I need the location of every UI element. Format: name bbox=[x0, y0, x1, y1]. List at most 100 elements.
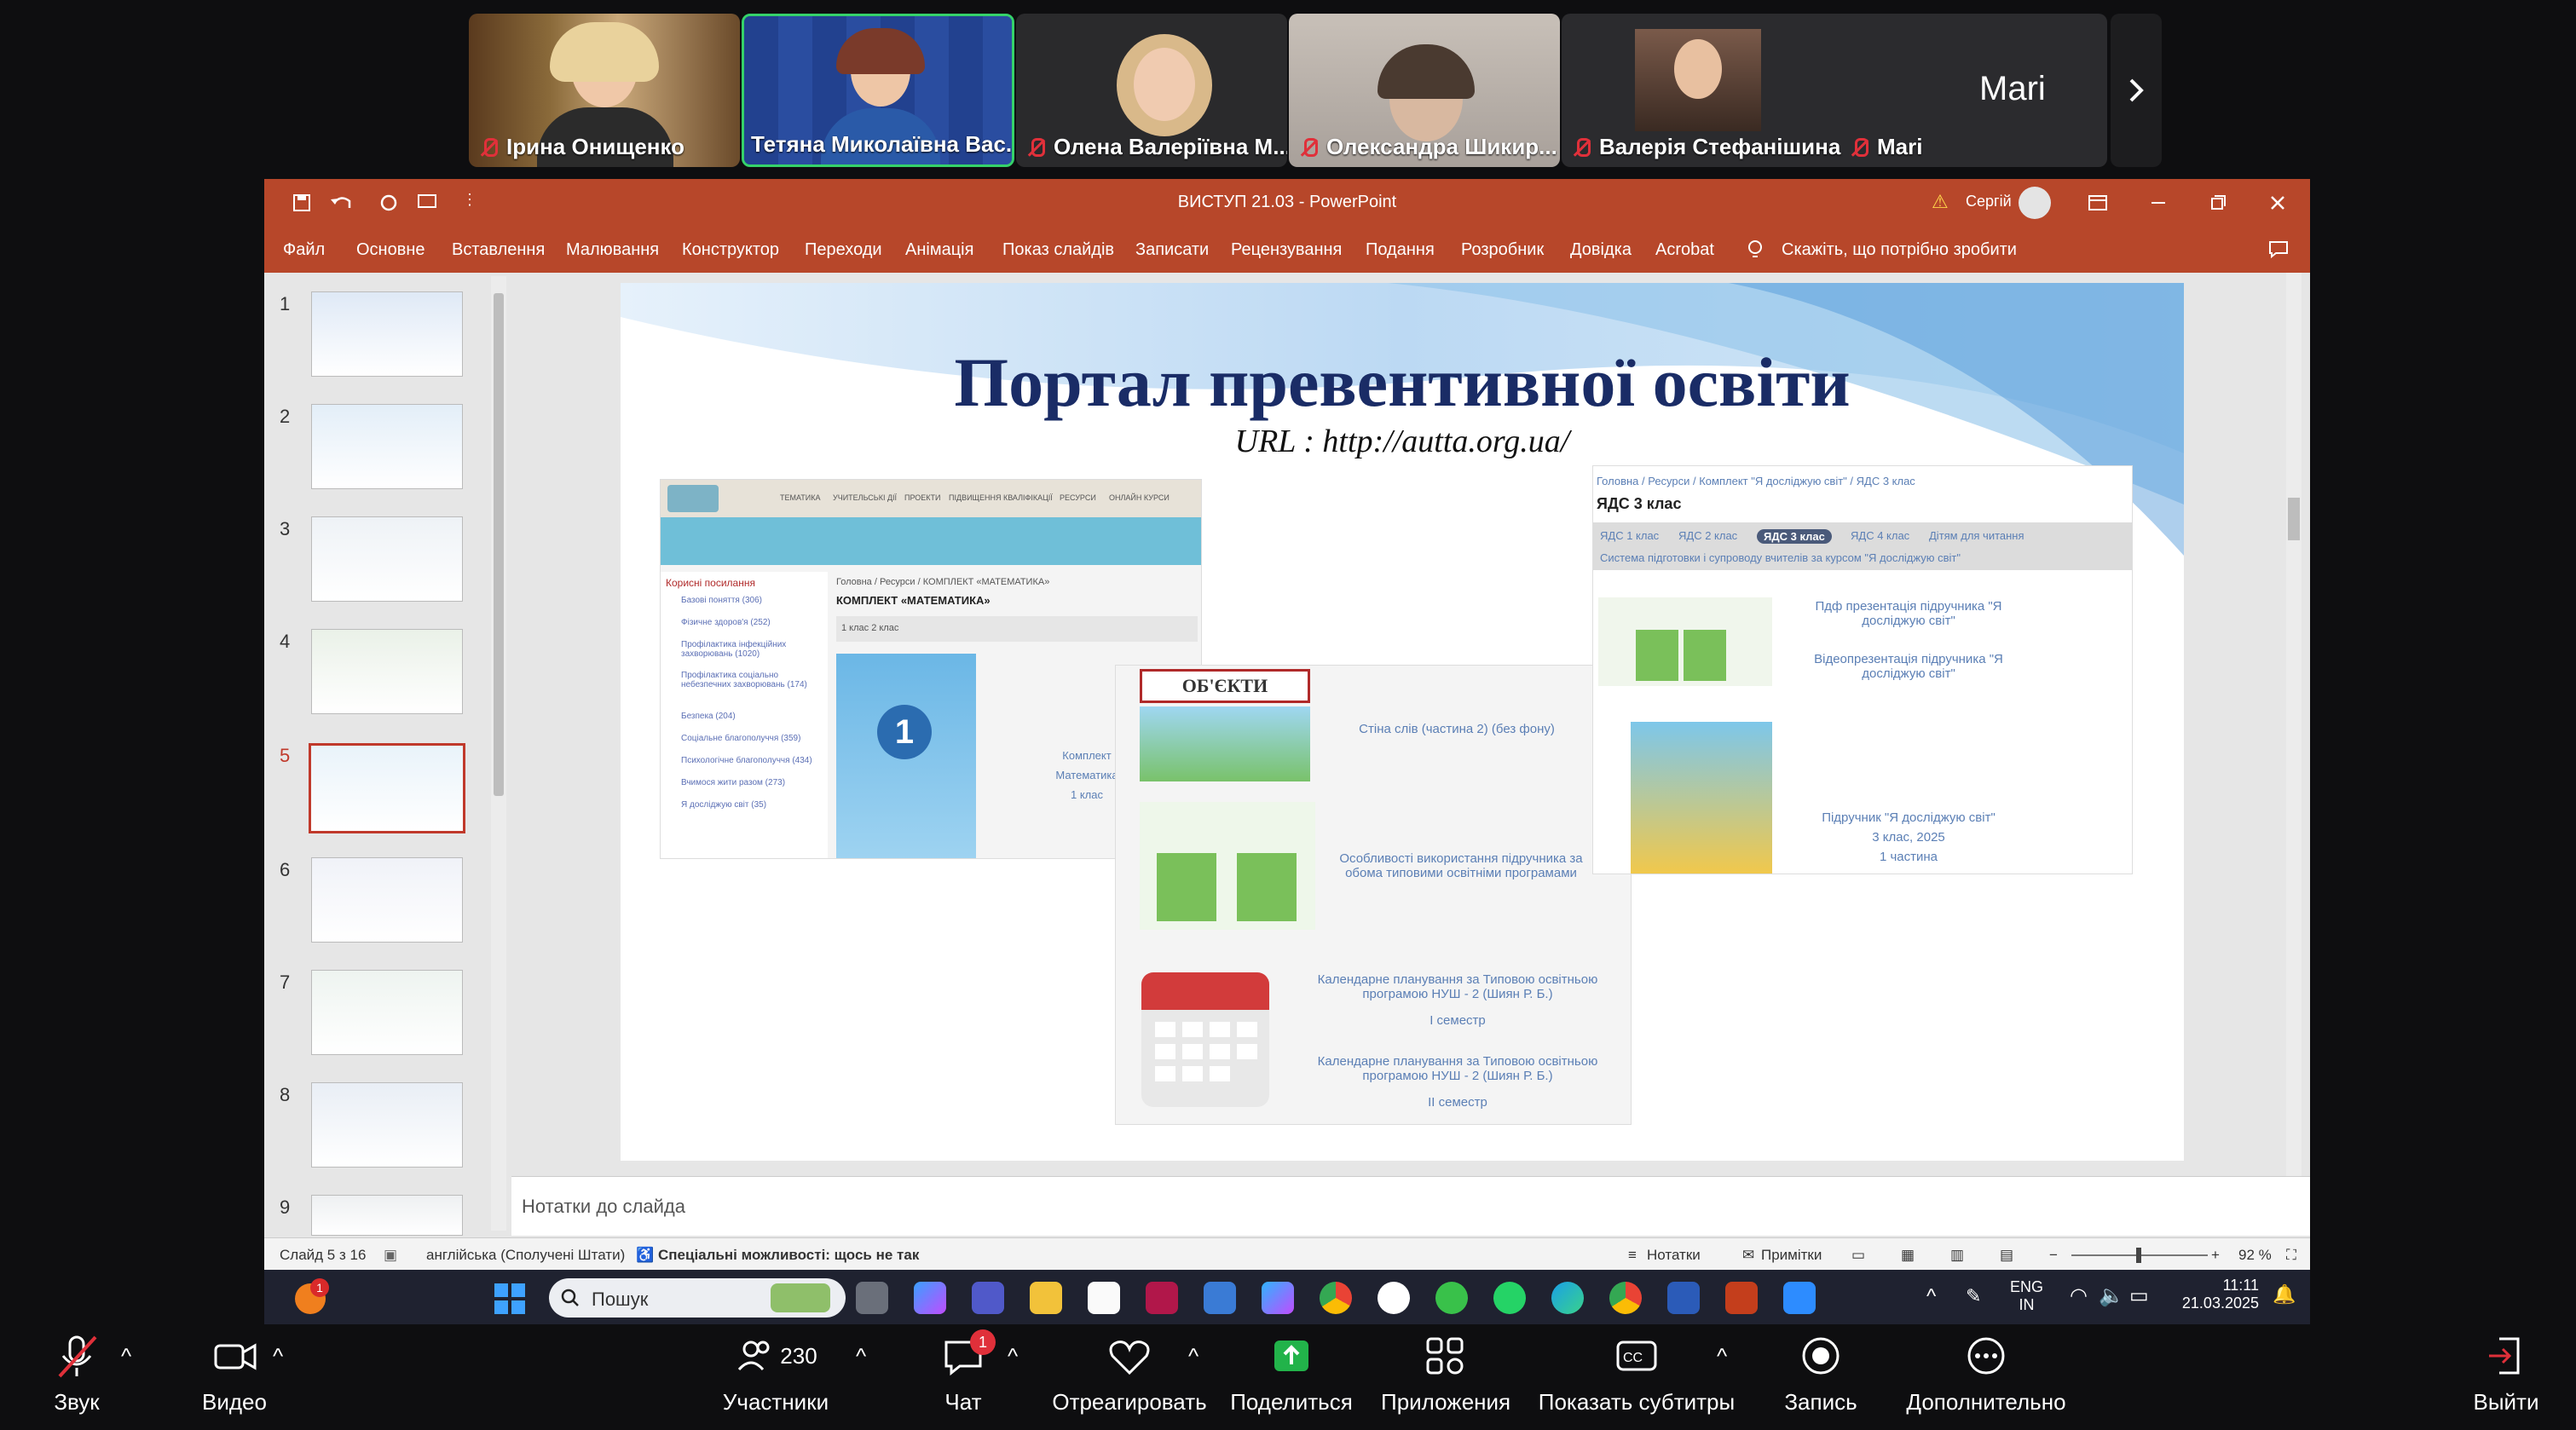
zoom-slider[interactable] bbox=[2071, 1248, 2208, 1263]
word-icon[interactable] bbox=[1667, 1282, 1700, 1314]
object-link[interactable]: Особливості використання підручника за о… bbox=[1320, 851, 1602, 880]
leave-button[interactable]: Выйти bbox=[2463, 1329, 2549, 1416]
tab-home[interactable]: Основне bbox=[356, 240, 425, 260]
react-options-chevron-icon[interactable]: ^ bbox=[1188, 1343, 1198, 1369]
slide-thumbnail[interactable] bbox=[311, 516, 463, 602]
comments-icon[interactable] bbox=[2267, 239, 2290, 259]
tab-record[interactable]: Записати bbox=[1135, 240, 1209, 260]
sidebar-link[interactable]: Вчимося жити разом (273) bbox=[681, 778, 823, 787]
scrollbar-thumb[interactable] bbox=[2288, 498, 2300, 540]
captions-options-chevron-icon[interactable]: ^ bbox=[1717, 1343, 1727, 1369]
sidebar-link[interactable]: Фізичне здоров'я (252) bbox=[681, 618, 823, 627]
store-icon[interactable] bbox=[1088, 1282, 1120, 1314]
slide-sorter-icon[interactable]: ▦ bbox=[1901, 1247, 1915, 1264]
site-nav-item[interactable]: ПІДВИЩЕННЯ КВАЛІФІКАЦІЇ bbox=[949, 493, 1053, 502]
share-button[interactable]: Поделиться bbox=[1227, 1329, 1355, 1416]
restore-icon[interactable] bbox=[2208, 193, 2228, 213]
chrome-icon[interactable] bbox=[1320, 1282, 1352, 1314]
sidebar-link[interactable]: Я досліджую світ (35) bbox=[681, 800, 823, 810]
object-link[interactable]: ІІ семестр bbox=[1317, 1095, 1598, 1110]
sidebar-link[interactable]: Профілактика інфекційних захворювань (10… bbox=[681, 640, 823, 659]
tab-transitions[interactable]: Переходи bbox=[805, 240, 882, 260]
object-link[interactable]: Календарне планування за Типовою освітнь… bbox=[1317, 972, 1598, 1001]
captions-button[interactable]: CC Показать субтитры bbox=[1534, 1329, 1739, 1416]
audio-options-chevron-icon[interactable]: ^ bbox=[121, 1343, 131, 1369]
site-nav-item[interactable]: ОНЛАЙН КУРСИ bbox=[1109, 493, 1170, 502]
chevron-up-icon[interactable]: ^ bbox=[1926, 1285, 1936, 1309]
slideshow-view-icon[interactable]: ▤ bbox=[2000, 1247, 2013, 1264]
apps-button[interactable]: Приложения bbox=[1381, 1329, 1510, 1416]
class-tab[interactable]: ЯДС 2 клас bbox=[1678, 529, 1737, 542]
pen-icon[interactable]: ✎ bbox=[1966, 1285, 1981, 1307]
notes-button[interactable]: Нотатки bbox=[1647, 1247, 1701, 1264]
fit-slide-icon[interactable]: ⛶ bbox=[2286, 1247, 2296, 1264]
scrollbar-thumb[interactable] bbox=[494, 293, 504, 796]
comments-button[interactable]: Примітки bbox=[1761, 1247, 1822, 1264]
tab-draw[interactable]: Малювання bbox=[566, 240, 659, 260]
sidebar-link[interactable]: Безпека (204) bbox=[681, 712, 823, 721]
copilot-pro-icon[interactable] bbox=[1262, 1282, 1294, 1314]
participants-options-chevron-icon[interactable]: ^ bbox=[856, 1343, 866, 1369]
more-button[interactable]: Дополнительно bbox=[1901, 1329, 2071, 1416]
browser-icon[interactable] bbox=[1378, 1282, 1410, 1314]
object-link[interactable]: Календарне планування за Типовою освітнь… bbox=[1317, 1054, 1598, 1083]
search-box[interactable]: Пошук bbox=[549, 1278, 846, 1318]
chrome-profile-icon[interactable] bbox=[1609, 1282, 1642, 1314]
thumbnails-scrollbar[interactable] bbox=[491, 276, 506, 1231]
sidebar-link[interactable]: Психологічне благополуччя (434) bbox=[681, 756, 823, 765]
participant-tile[interactable]: Олександра Шикир... bbox=[1289, 14, 1560, 167]
site-nav-item[interactable]: ПРОЕКТИ bbox=[904, 493, 941, 502]
tab-review[interactable]: Рецензування bbox=[1231, 240, 1342, 260]
tab-animations[interactable]: Анімація bbox=[905, 240, 973, 260]
tab-help[interactable]: Довідка bbox=[1570, 240, 1632, 260]
participant-tile-active-speaker[interactable]: Тетяна Миколаївна Вас... bbox=[742, 14, 1014, 167]
user-name[interactable]: Сергій bbox=[1966, 193, 2012, 210]
language-indicator[interactable]: англійська (Сполучені Штати) bbox=[426, 1247, 625, 1264]
class-tab[interactable]: ЯДС 1 клас bbox=[1600, 529, 1659, 542]
slide-thumbnail[interactable] bbox=[311, 404, 463, 489]
user-avatar[interactable] bbox=[2019, 187, 2051, 219]
participant-tile[interactable]: Олена Валеріївна М... bbox=[1016, 14, 1287, 167]
sidebar-link[interactable]: Профілактика соціально небезпечних захво… bbox=[681, 671, 823, 689]
accessibility-status[interactable]: Спеціальні можливості: щось не так bbox=[658, 1247, 919, 1264]
slide-canvas[interactable]: Портал превентивної освіти URL : http://… bbox=[621, 283, 2184, 1161]
file-explorer-icon[interactable] bbox=[1030, 1282, 1062, 1314]
ribbon-display-options-icon[interactable] bbox=[2087, 193, 2109, 213]
participant-tile[interactable]: Ірина Онищенко bbox=[469, 14, 740, 167]
normal-view-icon[interactable]: ▭ bbox=[1851, 1247, 1865, 1264]
chat-button[interactable]: 1 Чат bbox=[921, 1329, 1006, 1416]
close-icon[interactable] bbox=[2267, 193, 2288, 213]
language-switcher[interactable]: ENG IN bbox=[2010, 1278, 2043, 1314]
powerpoint-icon[interactable] bbox=[1725, 1282, 1758, 1314]
subtab-link[interactable]: Система підготовки і супроводу вчителів … bbox=[1600, 551, 1961, 564]
edge-icon[interactable] bbox=[1551, 1282, 1584, 1314]
tab-file[interactable]: Файл bbox=[283, 240, 325, 260]
volume-icon[interactable]: 🔈 bbox=[2099, 1283, 2124, 1308]
tab-slideshow[interactable]: Показ слайдів bbox=[1002, 240, 1114, 260]
clock[interactable]: 11:11 21.03.2025 bbox=[2174, 1277, 2259, 1312]
spellcheck-icon[interactable]: ▣ bbox=[384, 1247, 397, 1264]
notes-pane[interactable]: Нотатки до слайда bbox=[511, 1176, 2310, 1236]
whatsapp-icon[interactable] bbox=[1493, 1282, 1526, 1314]
zoom-out-icon[interactable]: − bbox=[2049, 1247, 2058, 1264]
object-link[interactable]: Стіна слів (частина 2) (без фону) bbox=[1337, 722, 1576, 736]
battery-icon[interactable]: ▭ bbox=[2129, 1283, 2149, 1308]
slide-thumbnail[interactable] bbox=[311, 1082, 463, 1168]
site-nav-item[interactable]: РЕСУРСИ bbox=[1060, 493, 1096, 502]
slide-thumbnail[interactable] bbox=[311, 291, 463, 377]
reading-view-icon[interactable]: ▥ bbox=[1950, 1247, 1964, 1264]
chat-options-chevron-icon[interactable]: ^ bbox=[1008, 1343, 1018, 1369]
tell-me-search[interactable]: Скажіть, що потрібно зробити bbox=[1782, 240, 2017, 260]
site-nav-item[interactable]: УЧИТЕЛЬСЬКІ ДІЇ bbox=[833, 493, 897, 502]
minimize-icon[interactable] bbox=[2148, 193, 2169, 213]
tripadvisor-icon[interactable] bbox=[1435, 1282, 1468, 1314]
class-tab[interactable]: ЯДС 4 клас bbox=[1851, 529, 1909, 542]
weather-icon[interactable]: 1 bbox=[295, 1278, 329, 1314]
zoom-in-icon[interactable]: + bbox=[2211, 1247, 2220, 1264]
audio-button[interactable]: Звук bbox=[34, 1329, 119, 1416]
copilot-icon[interactable] bbox=[914, 1282, 946, 1314]
tab-developer[interactable]: Розробник bbox=[1461, 240, 1544, 260]
wifi-icon[interactable]: ◠ bbox=[2070, 1283, 2088, 1308]
object-link[interactable]: І семестр bbox=[1317, 1013, 1598, 1028]
zoom-icon[interactable] bbox=[1783, 1282, 1816, 1314]
